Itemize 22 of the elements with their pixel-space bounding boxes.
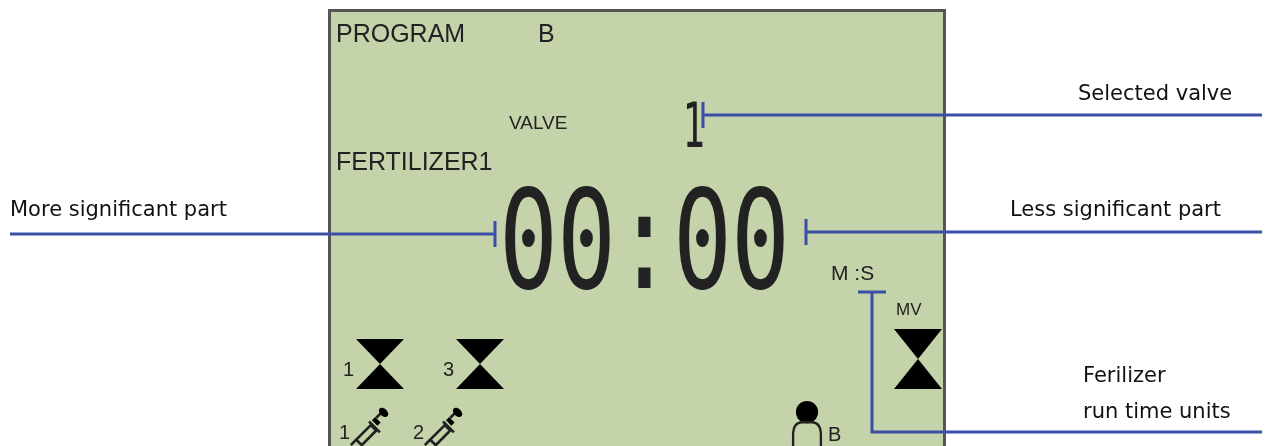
- callout-label: run time units: [1083, 398, 1231, 425]
- person-label: B: [828, 424, 842, 444]
- valve-label: VALVE: [509, 113, 568, 132]
- valve-number: 1: [343, 359, 355, 379]
- callout-label: Ferilizer: [1083, 362, 1167, 389]
- hourglass-icon: [894, 329, 942, 389]
- fertilizer-label: FERTILIZER1: [336, 149, 493, 174]
- program-value: B: [538, 21, 555, 46]
- program-label: PROGRAM: [336, 21, 466, 46]
- fertilizer-number: 1: [339, 422, 351, 442]
- hourglass-icon: [356, 339, 404, 389]
- hourglass-icon: [456, 339, 504, 389]
- valve-number: 1: [682, 95, 705, 157]
- master-valve-label: MV: [896, 301, 922, 318]
- callout-label: More significant part: [10, 196, 227, 223]
- units-label: M :S: [831, 262, 875, 283]
- valve-number: 3: [443, 359, 455, 379]
- time-readout: 00:00: [499, 172, 789, 310]
- callout-label: Selected valve: [1078, 80, 1233, 107]
- person-icon: [791, 400, 823, 446]
- fertilizer-number: 2: [413, 422, 425, 442]
- callout-label: Less significant part: [1010, 196, 1221, 223]
